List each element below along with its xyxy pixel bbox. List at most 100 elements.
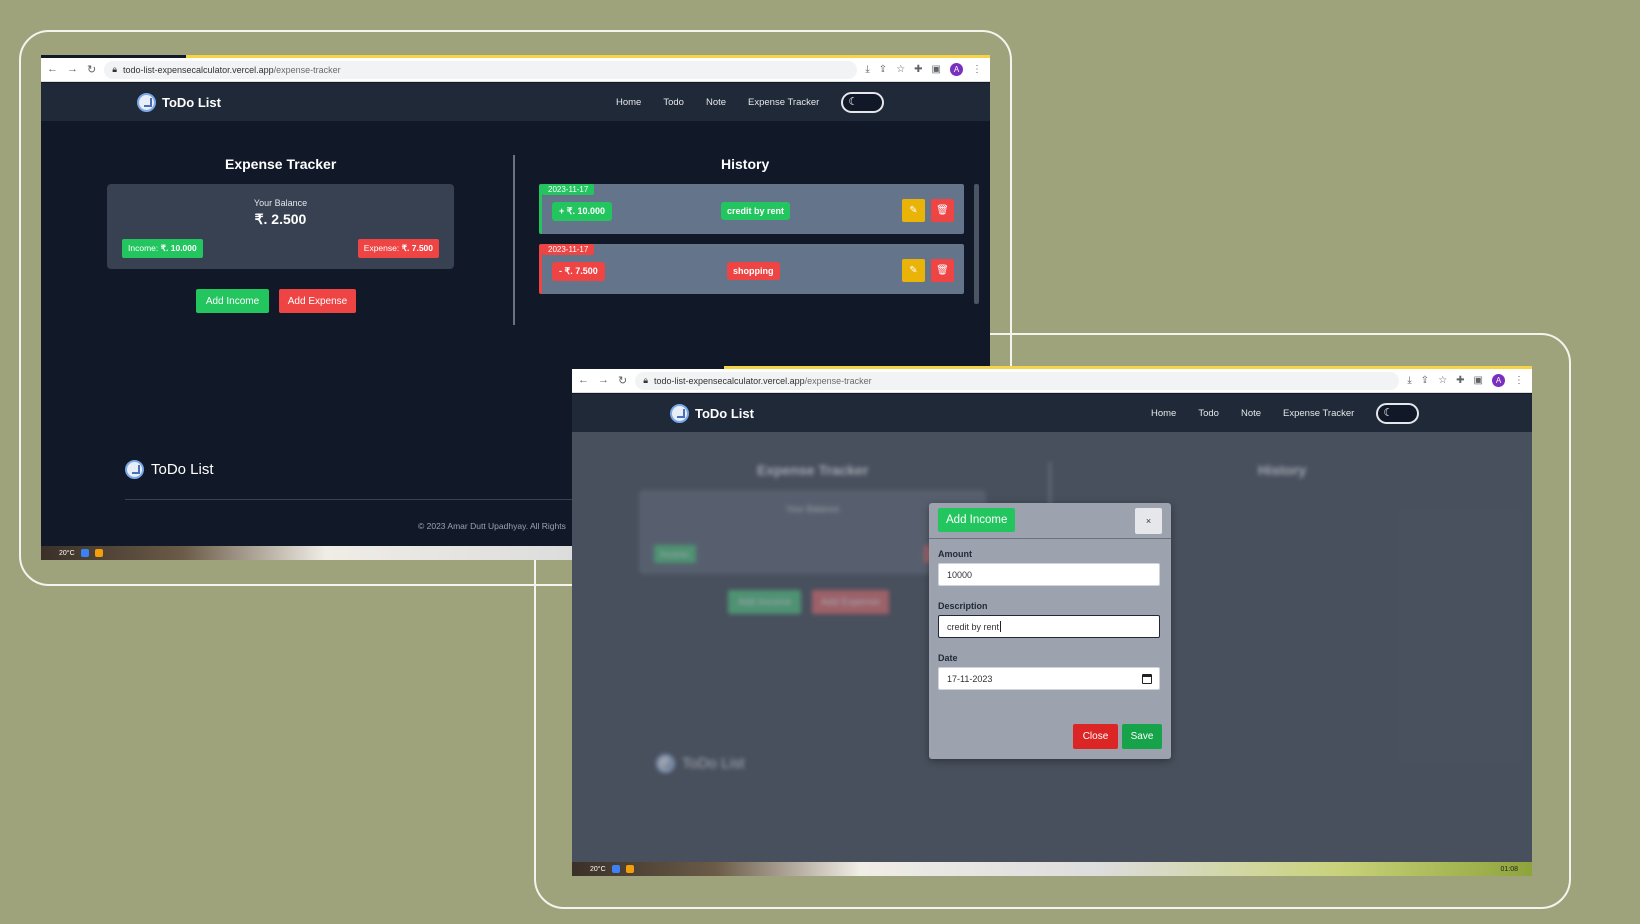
add-income-modal: Add Income × Amount 10000 Description cr…	[929, 503, 1171, 759]
nav-link-todo[interactable]: Todo	[1198, 408, 1219, 419]
description-value: credit by rent	[947, 621, 1000, 632]
footer-logo-icon	[125, 460, 144, 479]
url-path: /expense-tracker	[804, 375, 872, 386]
history-title: History	[721, 156, 770, 172]
profile-avatar[interactable]: A	[1492, 374, 1505, 387]
description-label: Description	[938, 601, 988, 611]
close-icon: ×	[1145, 516, 1152, 526]
install-icon[interactable]: ⤓	[1407, 375, 1411, 386]
lock-icon: 🔒︎	[112, 64, 118, 74]
income-chip-label: Income:	[128, 243, 161, 253]
history-description: shopping	[727, 262, 780, 280]
reload-icon[interactable]: ↻	[618, 374, 627, 387]
nav-link-todo[interactable]: Todo	[663, 97, 684, 108]
extensions-icon[interactable]: ✚	[1456, 375, 1464, 386]
footer-brand[interactable]: ToDo List	[125, 460, 214, 479]
expense-chip-label: Expense:	[363, 243, 402, 253]
logo-icon	[137, 92, 156, 112]
edit-button[interactable]: ✎	[902, 259, 925, 282]
history-item: 2023-11-17 - ₹. 7.500 shopping ✎ 🗑︎	[539, 244, 964, 294]
share-icon[interactable]: ⇪	[879, 64, 887, 75]
history-date: 2023-11-17	[542, 244, 595, 255]
history-date: 2023-11-17	[542, 184, 595, 195]
calendar-icon[interactable]	[1142, 674, 1152, 684]
amount-value: 10000	[947, 569, 973, 580]
description-input[interactable]: credit by rent	[938, 615, 1160, 638]
taskbar-app-icon[interactable]	[611, 865, 620, 873]
theme-toggle[interactable]: ☾	[1376, 402, 1420, 424]
nav-link-note[interactable]: Note	[706, 97, 726, 108]
menu-dots-icon[interactable]: ⋮	[1514, 375, 1524, 386]
edit-button[interactable]: ✎	[902, 199, 925, 222]
modal-close-x-button[interactable]: ×	[1135, 508, 1162, 534]
save-button[interactable]: Save	[1122, 724, 1162, 749]
taskbar-app-icon[interactable]	[80, 549, 89, 557]
amount-input[interactable]: 10000	[938, 563, 1160, 586]
share-icon[interactable]: ⇪	[1421, 375, 1429, 386]
nav-link-expense-tracker[interactable]: Expense Tracker	[748, 97, 819, 108]
install-icon[interactable]: ⤓	[865, 64, 869, 75]
add-income-button[interactable]: Add Income	[196, 289, 269, 313]
sidepanel-icon[interactable]: ▣	[932, 64, 941, 75]
weather-temp: 20°C	[59, 549, 75, 557]
balance-card: Your Balance ₹. 2.500 Income: ₹. 10.000 …	[107, 184, 454, 269]
history-item: 2023-11-17 + ₹. 10.000 credit by rent ✎ …	[539, 184, 964, 234]
back-arrow-icon[interactable]: ←	[578, 374, 589, 387]
forward-arrow-icon[interactable]: →	[67, 63, 78, 76]
sidepanel-icon[interactable]: ▣	[1474, 375, 1483, 386]
copyright-text: © 2023 Amar Dutt Upadhyay. All Rights	[418, 521, 566, 531]
address-bar[interactable]: 🔒︎ todo-list-expensecalculator.vercel.ap…	[104, 60, 858, 79]
trash-icon: 🗑︎	[936, 205, 949, 216]
logo-icon	[670, 403, 689, 423]
modal-header: Add Income ×	[929, 503, 1171, 539]
navbar-brand[interactable]: ToDo List	[137, 92, 221, 112]
star-icon[interactable]: ☆	[1438, 375, 1447, 386]
nav-link-home[interactable]: Home	[616, 97, 641, 108]
profile-avatar[interactable]: A	[950, 63, 963, 76]
moon-icon: ☾	[848, 95, 859, 108]
add-expense-button[interactable]: Add Expense	[279, 289, 356, 313]
url-host: todo-list-expensecalculator.vercel.app	[123, 64, 274, 75]
modal-title: Add Income	[938, 508, 1016, 532]
tracker-title: Expense Tracker	[225, 156, 337, 172]
extensions-icon[interactable]: ✚	[914, 64, 922, 75]
nav-link-home[interactable]: Home	[1151, 408, 1176, 419]
date-value: 17-11-2023	[947, 673, 993, 684]
browser-toolbar: ← → ↻ 🔒︎ todo-list-expensecalculator.ver…	[572, 369, 1532, 393]
forward-arrow-icon[interactable]: →	[598, 374, 609, 387]
nav-link-note[interactable]: Note	[1241, 408, 1261, 419]
history-amount: - ₹. 7.500	[552, 262, 605, 281]
close-button[interactable]: Close	[1073, 724, 1118, 749]
reload-icon[interactable]: ↻	[87, 63, 96, 76]
weather-temp: 20°C	[590, 865, 606, 873]
delete-button[interactable]: 🗑︎	[931, 199, 954, 222]
taskbar-folder-icon[interactable]	[94, 549, 103, 557]
nav-link-expense-tracker[interactable]: Expense Tracker	[1283, 408, 1354, 419]
column-divider	[513, 155, 515, 325]
date-input[interactable]: 17-11-2023	[938, 667, 1160, 690]
trash-icon: 🗑︎	[936, 265, 949, 276]
star-icon[interactable]: ☆	[896, 64, 905, 75]
taskbar-folder-icon[interactable]	[625, 865, 634, 873]
history-scrollbar[interactable]	[974, 184, 979, 304]
navbar-brand[interactable]: ToDo List	[670, 403, 754, 423]
address-bar[interactable]: 🔒︎ todo-list-expensecalculator.vercel.ap…	[635, 371, 1400, 390]
balance-label: Your Balance	[253, 198, 308, 208]
url-path: /expense-tracker	[273, 64, 341, 75]
history-description: credit by rent	[721, 202, 791, 220]
delete-button[interactable]: 🗑︎	[931, 259, 954, 282]
amount-label: Amount	[938, 549, 972, 559]
moon-icon: ☾	[1383, 406, 1394, 419]
history-amount: + ₹. 10.000	[552, 202, 613, 221]
expense-chip-value: ₹. 7.500	[401, 243, 433, 253]
app-navbar: ToDo List Home Todo Note Expense Tracker…	[41, 83, 990, 121]
income-chip-value: ₹. 10.000	[160, 243, 197, 253]
browser-toolbar: ← → ↻ 🔒︎ todo-list-expensecalculator.ver…	[41, 58, 990, 82]
url-host: todo-list-expensecalculator.vercel.app	[654, 375, 805, 386]
theme-toggle[interactable]: ☾	[841, 91, 885, 113]
menu-dots-icon[interactable]: ⋮	[972, 64, 982, 75]
back-arrow-icon[interactable]: ←	[47, 63, 58, 76]
app-navbar: ToDo List Home Todo Note Expense Tracker…	[572, 394, 1532, 432]
edit-icon: ✎	[909, 205, 918, 216]
lock-icon: 🔒︎	[643, 375, 649, 385]
